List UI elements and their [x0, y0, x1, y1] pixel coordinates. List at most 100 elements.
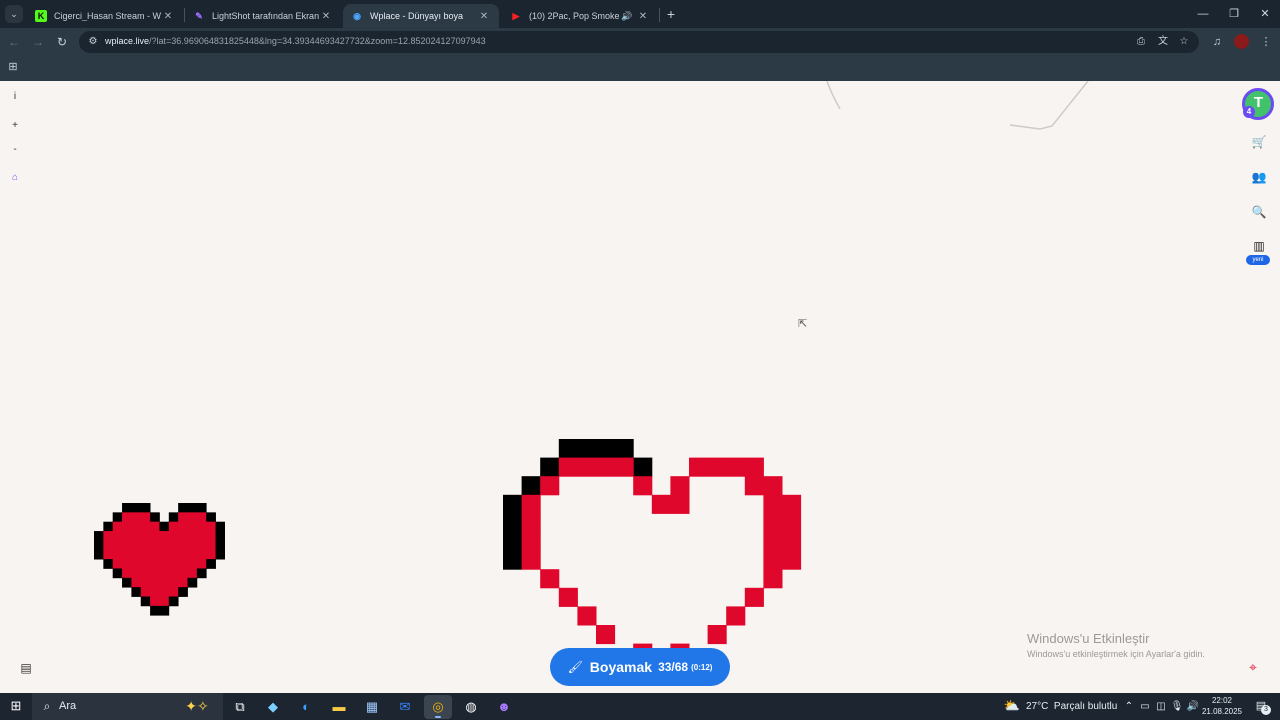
tab-wplace[interactable]: ◉ Wplace - Dünyayı boya ✕ — [343, 4, 499, 28]
map-layers-icon[interactable]: ▤ — [14, 656, 38, 680]
twitch-icon[interactable]: ⌂ — [6, 169, 24, 187]
zoom-out-icon[interactable]: - — [6, 141, 24, 159]
media-control-icon[interactable]: ♫ — [1208, 33, 1226, 51]
pixel — [131, 587, 142, 597]
mouse-cursor-icon: ⇱ — [798, 318, 808, 330]
windows-taskbar: ⊞ ⌕ Ara ✦✧ ⧉ ◆ ◐ ▬ ▦ ✉ ◎ ◍ ☻ ⛅ 27°C Parç… — [0, 693, 1280, 720]
pixel — [206, 512, 216, 523]
pixel — [670, 494, 690, 514]
apps-grid-icon[interactable]: ⊞ — [6, 60, 20, 74]
pixel — [206, 521, 216, 532]
menu-icon[interactable]: ⋮ — [1257, 33, 1275, 51]
pixel — [122, 503, 132, 513]
pixel — [140, 540, 151, 551]
store-icon[interactable]: ▦ — [358, 695, 386, 719]
pixel — [540, 569, 560, 589]
forward-button[interactable]: → — [28, 32, 48, 52]
paint-brush-icon: 🖌 — [567, 660, 583, 674]
tab-lightshot[interactable]: ✎ LightShot tarafından Ekran Görü ✕ — [185, 4, 341, 28]
pixel — [196, 540, 207, 551]
map-canvas[interactable]: i + - ⌂ T 4 🛒 👥 🔍 ▥ yeni ⇱ Windows'u Etk… — [0, 81, 1280, 693]
shop-cart-icon[interactable]: 🛒 — [1247, 130, 1271, 154]
close-icon[interactable]: ✕ — [161, 11, 175, 22]
pixel — [782, 550, 802, 570]
site-info-icon[interactable]: ⚙ — [86, 35, 100, 49]
pixel — [540, 457, 560, 477]
bookmark-star-icon[interactable]: ☆ — [1177, 35, 1191, 49]
tab-title: Wplace - Dünyayı boya — [370, 11, 464, 21]
pixel — [689, 457, 709, 477]
taskbar-search[interactable]: ⌕ Ara ✦✧ — [32, 693, 223, 720]
speaker-icon[interactable]: 🔊 — [621, 11, 633, 22]
pixel — [178, 559, 188, 569]
tab-kick-stream[interactable]: K Cigerci_Hasan Stream - Watch L ✕ — [27, 4, 183, 28]
search-map-icon[interactable]: 🔍 — [1247, 200, 1271, 224]
pixel — [196, 512, 207, 523]
url-text[interactable]: wplace.live/?lat=36.969064831825448&lng=… — [105, 36, 486, 46]
pixel — [206, 559, 216, 569]
pixel — [131, 540, 142, 551]
info-icon[interactable]: i — [6, 88, 24, 106]
url-host: wplace.live — [105, 36, 150, 46]
pixel — [168, 540, 179, 551]
pixel — [159, 605, 170, 616]
back-button[interactable]: ← — [4, 32, 24, 52]
reload-button[interactable]: ↻ — [52, 32, 72, 52]
copilot-icon[interactable]: ◆ — [259, 695, 287, 719]
pixel — [577, 457, 597, 477]
pixel — [178, 568, 188, 579]
windows-activation-subtitle: Windows'u etkinleştirmek için Ayarlar'a … — [1027, 649, 1205, 659]
edge-icon[interactable]: ◐ — [292, 695, 320, 719]
pixel — [140, 596, 151, 607]
sparkle-icon: ✦✧ — [185, 698, 209, 714]
tab-youtube[interactable]: ▶ (10) 2Pac, Pop Smoke - Wro 🔊 ✕ — [502, 4, 658, 28]
pixel — [140, 512, 151, 523]
tray-app-icon[interactable]: ▭ — [1138, 700, 1152, 714]
pixel — [178, 587, 188, 597]
paint-button-label: Boyamak — [589, 659, 653, 675]
tray-app-icon[interactable]: ◫ — [1154, 700, 1168, 714]
outlook-icon[interactable]: ✉ — [391, 695, 419, 719]
pixel — [196, 503, 207, 513]
install-app-icon[interactable]: ⎙ — [1134, 35, 1148, 49]
new-badge: yeni — [1246, 255, 1270, 265]
pixel — [94, 540, 104, 551]
system-clock[interactable]: 22:02 21.08.2025 — [1198, 695, 1246, 717]
pixel — [521, 550, 541, 570]
restore-button[interactable]: ❐ — [1219, 4, 1249, 24]
microphone-icon[interactable]: 🎙 — [1170, 700, 1184, 714]
alliance-icon[interactable]: 👥 — [1247, 165, 1271, 189]
pixel — [521, 476, 541, 496]
windows-start-icon[interactable]: ⊞ — [9, 699, 23, 713]
pixel — [168, 587, 179, 597]
pixel — [503, 513, 523, 533]
locate-me-icon[interactable]: ⌖ — [1241, 655, 1265, 679]
minimize-button[interactable]: — — [1188, 4, 1218, 24]
task-view-icon[interactable]: ⧉ — [226, 695, 254, 719]
close-icon[interactable]: ✕ — [319, 11, 333, 22]
profile-avatar[interactable] — [1234, 34, 1249, 49]
pixel — [112, 531, 123, 541]
weather-widget[interactable]: ⛅ 27°C Parçalı bulutlu — [1003, 698, 1117, 714]
tab-search-button[interactable]: ⌄ — [5, 5, 23, 23]
close-window-button[interactable]: ✕ — [1250, 4, 1280, 24]
close-icon[interactable]: ✕ — [636, 11, 650, 22]
pixel — [140, 549, 151, 560]
chevron-up-icon[interactable]: ⌃ — [1122, 700, 1136, 714]
file-explorer-icon[interactable]: ▬ — [325, 695, 353, 719]
pixel — [726, 606, 746, 626]
chrome-icon[interactable]: ◎ — [424, 695, 452, 719]
pixel — [150, 559, 160, 569]
zoom-in-icon[interactable]: + — [6, 117, 24, 135]
new-tab-button[interactable]: + — [664, 6, 678, 22]
pixel — [140, 503, 151, 513]
pixel-art-small-heart[interactable] — [94, 494, 225, 617]
paint-button[interactable]: 🖌 Boyamak 33/68 (0:12) — [550, 648, 730, 686]
address-bar[interactable]: ⚙ wplace.live/?lat=36.969064831825448&ln… — [79, 31, 1199, 53]
pixel — [131, 568, 142, 579]
close-icon[interactable]: ✕ — [477, 11, 491, 22]
discord-icon[interactable]: ☻ — [490, 695, 518, 719]
translate-icon[interactable]: 文 — [1156, 35, 1170, 49]
app-icon[interactable]: ◍ — [457, 695, 485, 719]
pixel — [122, 577, 132, 588]
